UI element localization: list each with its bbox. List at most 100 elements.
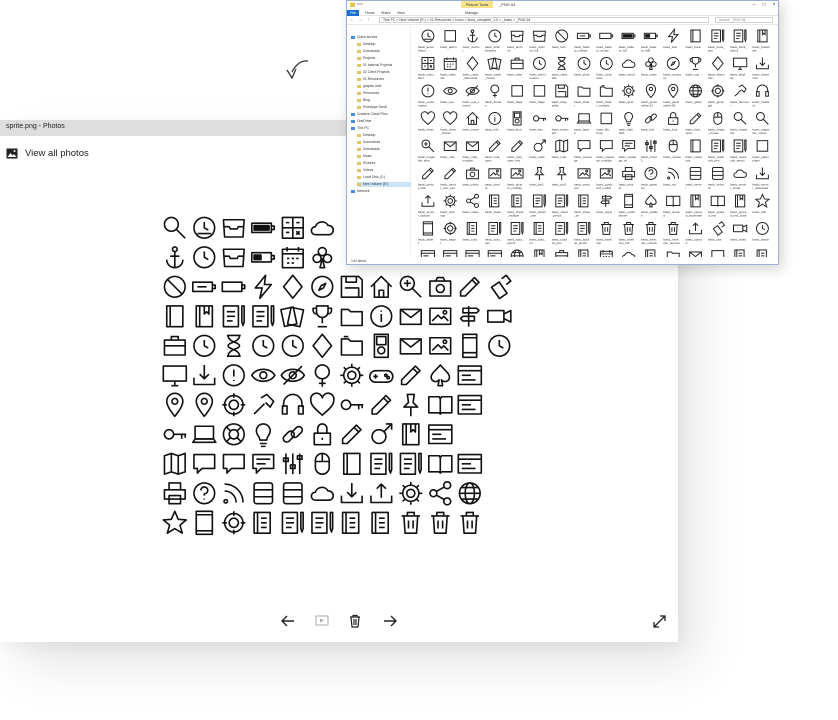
file-item[interactable]: basic_elaboration_docu xyxy=(641,249,657,257)
file-item[interactable]: basic_elaboration_book xyxy=(530,249,546,257)
nav-item[interactable]: Pictures xyxy=(357,161,411,166)
file-item[interactable]: basic_spread_text_book xyxy=(730,194,747,218)
maximize-icon[interactable]: □ xyxy=(759,1,769,9)
file-item[interactable]: basic_male xyxy=(530,139,546,159)
file-item[interactable]: basic_elaboration_prin xyxy=(730,249,746,257)
file-item[interactable]: basic_signs xyxy=(596,194,613,214)
address-bar[interactable]: This PC > New Volume (E:) > 01 Resources… xyxy=(379,17,709,23)
file-item[interactable]: basic_printer xyxy=(619,166,636,190)
file-item[interactable]: basic_webpage_multiple xyxy=(463,250,481,257)
file-item[interactable]: basic_geolocalize-01 xyxy=(641,83,657,108)
file-item[interactable]: basic_eye_closed xyxy=(463,85,480,108)
file-item[interactable]: basic_eye xyxy=(440,86,458,104)
file-item[interactable]: basic_floppydisk xyxy=(552,84,569,108)
nav-item[interactable]: Network xyxy=(351,189,411,194)
file-item[interactable]: basic_server_download xyxy=(752,167,769,190)
nav-item[interactable]: Downloads xyxy=(357,147,411,152)
file-item[interactable]: basic_calendar xyxy=(440,57,457,80)
file-item[interactable]: basic_pencil_ruler xyxy=(418,167,435,190)
file-item[interactable]: basic_mail_open xyxy=(485,139,501,163)
file-item[interactable]: basic_case xyxy=(507,57,524,77)
file-item[interactable]: basic_sheet_txt xyxy=(573,194,590,218)
nav-item[interactable]: Local Disk (C:) xyxy=(357,175,411,180)
file-item[interactable]: basic_elaboration_clou xyxy=(619,252,636,257)
file-item[interactable]: basic_pin2 xyxy=(552,166,567,187)
file-item[interactable]: basic_book xyxy=(686,29,702,49)
file-item[interactable]: basic_webpage xyxy=(418,250,436,257)
minimize-icon[interactable]: – xyxy=(749,1,759,9)
fullscreen-button[interactable] xyxy=(650,612,668,630)
file-item[interactable]: basic_hammer xyxy=(730,84,749,108)
file-item[interactable]: basic_alarm xyxy=(440,30,457,49)
slideshow-button[interactable] xyxy=(313,612,331,630)
nav-item[interactable]: Desktop xyxy=(357,133,411,138)
nav-item[interactable]: graphic river xyxy=(357,84,411,89)
file-item[interactable]: basic_usb xyxy=(708,221,726,242)
file-item[interactable]: basic_magic_mouse xyxy=(707,111,725,135)
file-item[interactable]: basic_clubs xyxy=(641,57,657,77)
search-input[interactable]: Search _PNG 64 xyxy=(715,17,773,23)
file-item[interactable]: basic_elaboration_todo xyxy=(753,249,769,257)
file-item[interactable]: basic_heart xyxy=(418,111,436,132)
file-item[interactable]: basic_home xyxy=(463,111,480,132)
file-item[interactable]: basic_spread xyxy=(663,195,681,218)
file-item[interactable]: basic_message xyxy=(574,140,592,163)
file-item[interactable]: basic_picture xyxy=(485,168,502,190)
file-item[interactable]: basic_target xyxy=(440,221,457,245)
file-item[interactable]: basic_photo xyxy=(463,167,480,187)
file-item[interactable]: basic_question xyxy=(641,166,658,190)
file-item[interactable]: basic_share xyxy=(463,193,480,214)
file-item[interactable]: basic_calculator xyxy=(418,56,435,80)
file-item[interactable]: basic_upload xyxy=(686,222,702,245)
file-item[interactable]: basic_archive_full xyxy=(530,30,546,53)
view-all-photos-button[interactable]: View all photos xyxy=(6,146,89,160)
file-item[interactable]: basic_ban xyxy=(552,29,569,49)
file-item[interactable]: basic_headset xyxy=(753,84,770,108)
file-item[interactable]: basic_webpage_txt xyxy=(485,250,503,257)
file-item[interactable]: basic_video xyxy=(730,224,748,242)
file-item[interactable]: basic_pencil_ruler_pen xyxy=(440,167,457,190)
file-item[interactable]: basic_trashcan xyxy=(596,221,612,245)
file-item[interactable]: basic_mixer2 xyxy=(641,139,657,163)
nav-item[interactable]: Documents xyxy=(357,140,411,145)
file-item[interactable]: basic_spread_text xyxy=(708,195,725,218)
file-item[interactable]: basic_watch xyxy=(753,221,770,242)
file-item[interactable]: basic_laptop xyxy=(574,113,592,135)
file-item[interactable]: basic_bolt xyxy=(663,27,679,49)
back-icon[interactable]: ← xyxy=(350,17,355,23)
file-item[interactable]: basic_compass xyxy=(663,56,681,80)
file-item[interactable]: basic_elaboration_brow xyxy=(574,249,591,257)
nav-item[interactable]: Music xyxy=(357,154,411,159)
file-item[interactable]: basic_magnifier xyxy=(730,111,747,135)
nav-item[interactable]: This PC xyxy=(351,126,411,131)
explorer-titlebar[interactable]: Picture Tools _PNG 64 – □ × xyxy=(347,1,778,10)
file-item[interactable]: basic_elaboration_brie xyxy=(552,250,569,257)
file-item[interactable]: basic_exclamation xyxy=(418,84,435,108)
file-item[interactable]: basic_mouse xyxy=(663,139,681,159)
previous-button[interactable] xyxy=(279,612,297,630)
file-item[interactable]: basic_rss xyxy=(663,167,679,187)
file-item[interactable]: basic_notebook_pencil xyxy=(730,139,747,163)
up-icon[interactable]: ↑ xyxy=(367,17,370,23)
nav-item[interactable]: Resources xyxy=(357,91,411,96)
file-item[interactable]: basic_folder xyxy=(574,86,591,108)
file-item[interactable]: basic_display xyxy=(730,57,748,80)
nav-item[interactable]: Quick access xyxy=(351,35,411,40)
file-item[interactable]: basic_todolist_pen xyxy=(552,221,569,245)
file-item[interactable]: basic_globe xyxy=(686,84,702,104)
file-item[interactable]: basic_archive xyxy=(507,30,524,53)
file-item[interactable]: basic_folder_multiple xyxy=(596,85,613,108)
file-item[interactable]: basic_trashcan_remove xyxy=(663,221,680,245)
file-item[interactable]: basic_notebook xyxy=(686,139,703,163)
file-item[interactable]: basic_clessidre xyxy=(552,56,568,80)
file-item[interactable]: basic_mail_open_text xyxy=(507,139,523,163)
file-item[interactable]: basic_anticlockwise xyxy=(485,29,502,53)
file-item[interactable]: basic_sheet_multiple xyxy=(506,194,523,218)
file-item[interactable]: basic_spread_bookmark xyxy=(686,194,703,218)
file-item[interactable]: basic_info xyxy=(485,111,502,132)
file-item[interactable]: basic_gunsight xyxy=(708,84,725,108)
file-item[interactable]: basic_flag2 xyxy=(530,85,546,104)
file-item[interactable]: basic_gear xyxy=(619,84,636,104)
file-item[interactable]: basic_cup xyxy=(686,56,702,77)
file-item[interactable]: basic_anchor xyxy=(463,29,480,53)
